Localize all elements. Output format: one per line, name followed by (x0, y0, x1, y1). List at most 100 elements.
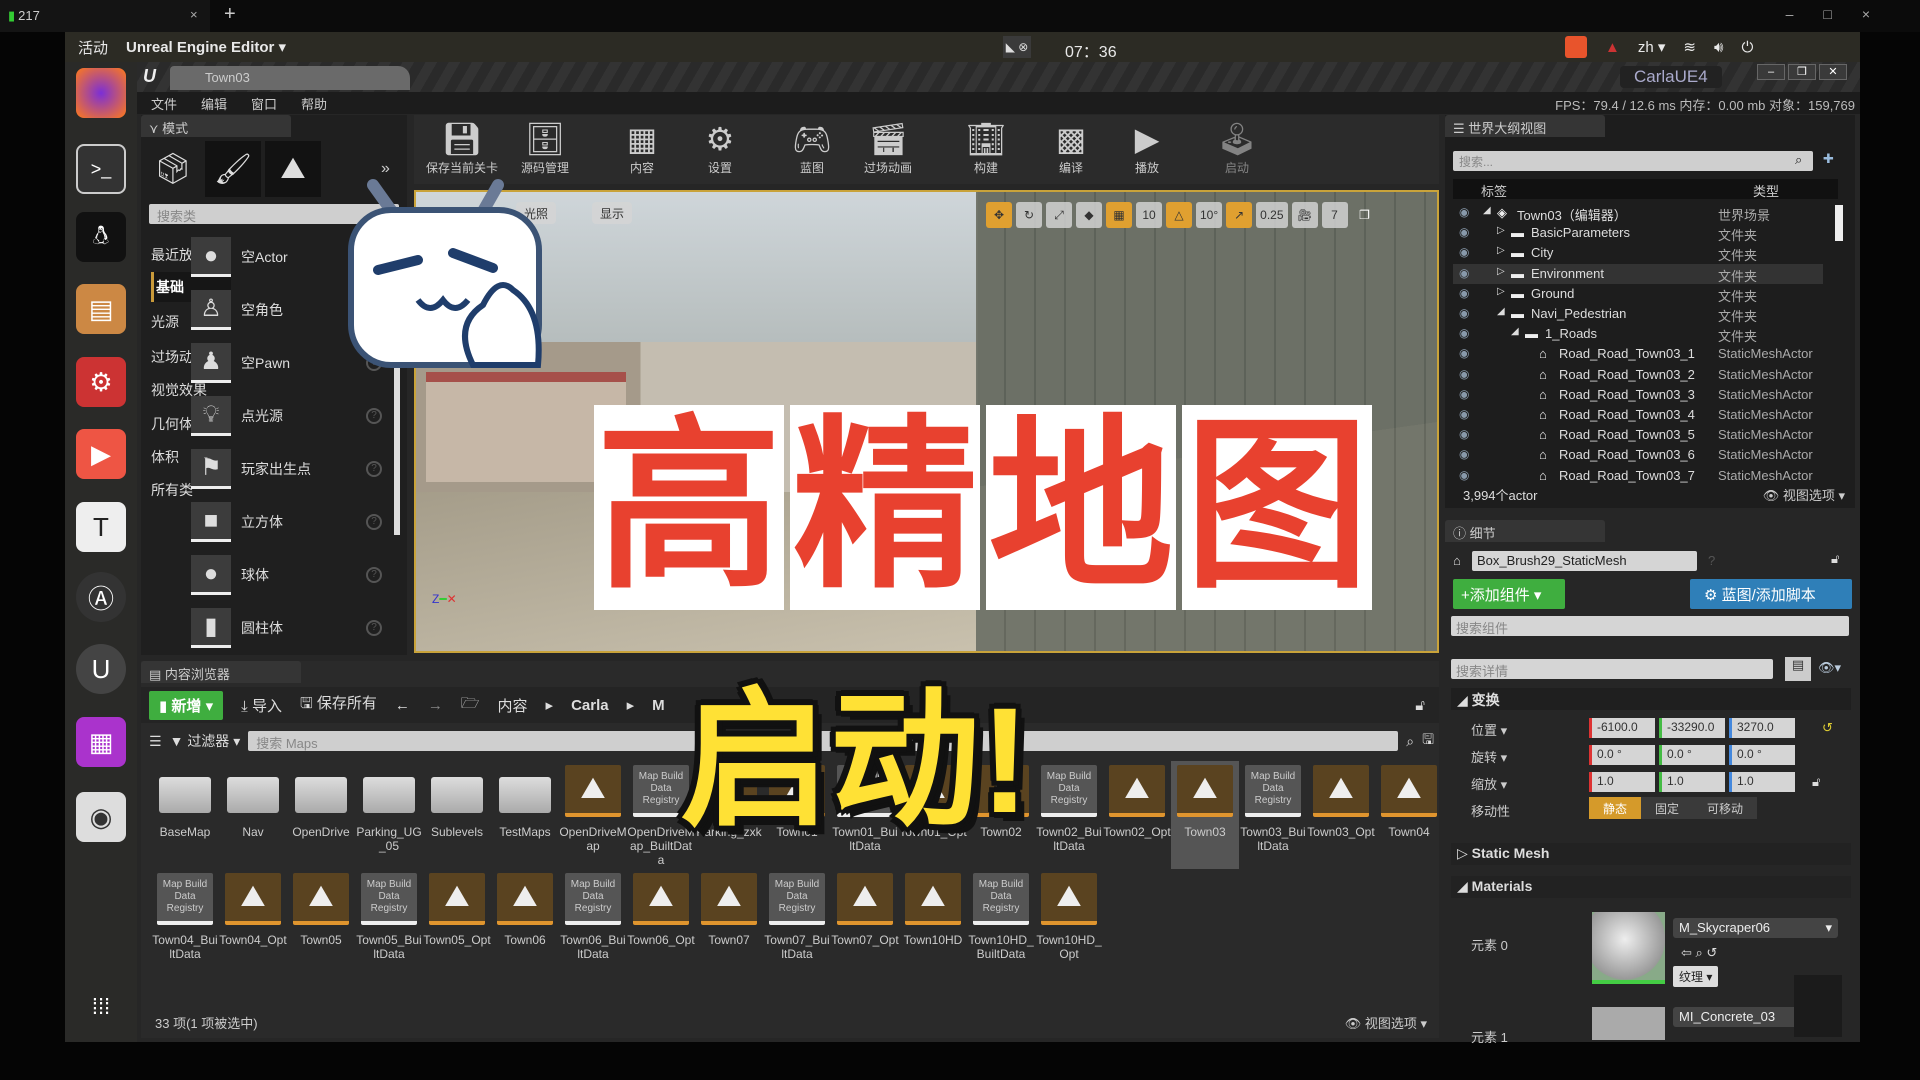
add-folder-icon[interactable]: ✚ (1823, 151, 1834, 167)
video-icon[interactable]: ▦ (76, 717, 126, 767)
expand-arrow-icon[interactable]: ▷ (1497, 245, 1505, 256)
asset-tile[interactable]: ⛰︎ Town03 (1171, 761, 1239, 869)
new-tab-button[interactable]: + (224, 3, 236, 26)
toolbar-button[interactable]: ▩ 编译 (1031, 119, 1111, 176)
outliner-row[interactable]: ◉ ⌂ Road_Road_Town03_3 StaticMeshActor (1453, 385, 1823, 405)
outliner-scrollbar[interactable] (1835, 205, 1843, 241)
help-icon[interactable]: ? (1708, 553, 1715, 568)
visibility-eye-icon[interactable]: ◉ (1459, 266, 1469, 280)
asset-tile[interactable]: Parking_UG_05 (355, 761, 423, 869)
landscape-mode-icon[interactable]: ⛰︎ (265, 141, 321, 197)
level-tab[interactable]: Town03 (170, 66, 410, 90)
actor-name-field[interactable]: Box_Brush29_StaticMesh (1472, 551, 1697, 571)
place-actor-item[interactable]: 💡︎ 点光源? (191, 396, 396, 444)
outliner-row[interactable]: ◉ ▷ ▬ City 文件夹 (1453, 243, 1823, 263)
asset-tile[interactable]: TestMaps (491, 761, 559, 869)
browser-tab[interactable]: ▮ 217 (0, 0, 210, 32)
grid-snap-icon[interactable]: ▦ (1106, 202, 1132, 228)
outliner-search-input[interactable]: 搜索... (1453, 151, 1813, 171)
back-icon[interactable]: ← (395, 697, 410, 714)
visibility-eye-icon[interactable]: ◉ (1459, 468, 1469, 482)
scale-field[interactable]: 1.0 (1729, 772, 1795, 792)
asset-tile[interactable]: ⛰︎ Town07_Opt (831, 869, 899, 977)
lock-icon[interactable]: 🔓︎ (1415, 697, 1425, 714)
clock[interactable]: 07：36 (1065, 38, 1117, 62)
outliner-row[interactable]: ◉ ◢ ▬ Navi_Pedestrian 文件夹 (1453, 304, 1823, 324)
save-all-button[interactable]: 🖫︎ 保存所有 (300, 692, 377, 718)
asset-tile[interactable]: ⛰︎ Town04_Opt (219, 869, 287, 977)
content-browser-tab[interactable]: ▤ 内容浏览器 (141, 661, 301, 683)
scale-lock-icon[interactable]: 🔓︎ (1812, 774, 1820, 790)
details-tab[interactable]: ⓘ 细节 (1445, 520, 1605, 542)
breadcrumb-carla[interactable]: Carla (571, 697, 609, 714)
location-label[interactable]: 位置 ▾ (1471, 720, 1507, 739)
help-icon[interactable]: ? (366, 461, 382, 477)
outliner-row[interactable]: ◉ ▷ ▬ Environment 文件夹 (1453, 263, 1823, 284)
maximize-button[interactable]: ❐ (1788, 64, 1816, 80)
scale-icon[interactable]: ⤢ (1046, 202, 1072, 228)
toolbar-button[interactable]: 🎬︎ 过场动画 (848, 119, 928, 176)
place-mode-icon[interactable]: 📦︎ (145, 141, 201, 197)
place-actor-item[interactable]: ■ 立方体? (191, 502, 396, 550)
filter-button[interactable]: ▼ 过滤器 ▾ (170, 731, 241, 751)
unreal-icon[interactable]: U (76, 644, 126, 694)
material-thumbnail[interactable] (1592, 1007, 1665, 1040)
scale-snap-icon[interactable]: ↗ (1226, 202, 1253, 228)
save-search-icon[interactable]: 🖫︎ (1422, 729, 1434, 753)
scale-field[interactable]: 1.0 (1589, 772, 1655, 792)
outliner-tab[interactable]: ☰ 世界大纲视图 (1445, 115, 1605, 137)
asset-tile[interactable]: OpenDrive (287, 761, 355, 869)
camera-speed-icon[interactable]: 🎥︎ (1291, 202, 1318, 228)
asset-tile[interactable]: BaseMap (151, 761, 219, 869)
toolbar-button[interactable]: ▶ 播放 (1107, 119, 1187, 176)
expand-arrow-icon[interactable]: ◢ (1511, 326, 1519, 337)
column-type[interactable]: 类型 (1753, 181, 1779, 200)
asset-tile[interactable]: ⛰︎ Town10HD (899, 869, 967, 977)
visibility-eye-icon[interactable]: ◉ (1459, 205, 1469, 219)
warning-icon[interactable]: ▲ (1605, 39, 1620, 56)
visibility-eye-icon[interactable]: ◉ (1459, 367, 1469, 381)
app-indicator-icon[interactable] (1565, 36, 1587, 58)
static-mesh-section[interactable]: ▷ Static Mesh (1451, 843, 1851, 865)
help-icon[interactable]: ? (366, 620, 382, 636)
expand-arrow-icon[interactable]: ▷ (1497, 225, 1505, 236)
materials-section[interactable]: ◢ Materials (1451, 876, 1851, 898)
expand-arrow-icon[interactable]: ▷ (1497, 286, 1505, 297)
expand-arrow-icon[interactable]: ▷ (1497, 266, 1505, 277)
place-actor-item[interactable]: ⚑ 玩家出生点? (191, 449, 396, 497)
modes-tab[interactable]: ⋎ 模式 (141, 115, 291, 137)
rotation-field[interactable]: 0.0 ° (1659, 745, 1725, 765)
mobility-stationary[interactable]: 固定 (1641, 797, 1694, 819)
material-thumbnail[interactable] (1592, 912, 1665, 984)
blueprint-add-script-button[interactable]: ⚙ 蓝图/添加脚本 (1690, 579, 1852, 609)
window-controls[interactable]: –□× (1786, 6, 1900, 22)
scale-label[interactable]: 缩放 ▾ (1471, 774, 1507, 793)
component-search-input[interactable]: 搜索组件 (1451, 616, 1849, 636)
wifi-icon[interactable]: ≋ (1683, 38, 1696, 56)
picture-in-picture-icon[interactable] (1794, 975, 1842, 1037)
maximize-viewport-icon[interactable]: ❐ (1352, 202, 1378, 228)
toolbar-button[interactable]: 🕹︎ 启动 (1197, 119, 1277, 176)
help-icon[interactable]: ? (366, 567, 382, 583)
location-field[interactable]: 3270.0 (1729, 718, 1795, 738)
tab-close-icon[interactable]: × (190, 7, 198, 22)
asset-tile[interactable]: ⛰︎ Town07 (695, 869, 763, 977)
asset-tile[interactable]: ⛰︎ Town06 (491, 869, 559, 977)
place-actor-item[interactable]: ▮ 圆柱体? (191, 608, 396, 656)
asset-tile[interactable]: Map Build Data Registry Town06_BuiltData (559, 869, 627, 977)
outliner-row[interactable]: ◉ ⌂ Road_Road_Town03_1 StaticMeshActor (1453, 344, 1823, 364)
mobility-static[interactable]: 静态 (1589, 797, 1642, 819)
outliner-row[interactable]: ◉ ⌂ Road_Road_Town03_7 StaticMeshActor (1453, 466, 1823, 486)
scale-field[interactable]: 1.0 (1659, 772, 1725, 792)
help-icon[interactable]: ? (366, 514, 382, 530)
asset-tile[interactable]: ⛰︎ Town10HD_Opt (1035, 869, 1103, 977)
visibility-eye-icon[interactable]: ◉ (1459, 286, 1469, 300)
place-actor-item[interactable]: ● 球体? (191, 555, 396, 603)
toolbar-button[interactable]: ▦ 内容 (602, 119, 682, 176)
column-label[interactable]: 标签 (1481, 181, 1507, 200)
outliner-row[interactable]: ◉ ◢ ▬ 1_Roads 文件夹 (1453, 324, 1823, 344)
rotation-snap-icon[interactable]: △ (1166, 202, 1192, 228)
menu-edit[interactable]: 编辑 (201, 94, 227, 113)
add-component-button[interactable]: +添加组件 ▾ (1453, 579, 1565, 609)
expand-arrow-icon[interactable]: ◢ (1483, 205, 1491, 216)
